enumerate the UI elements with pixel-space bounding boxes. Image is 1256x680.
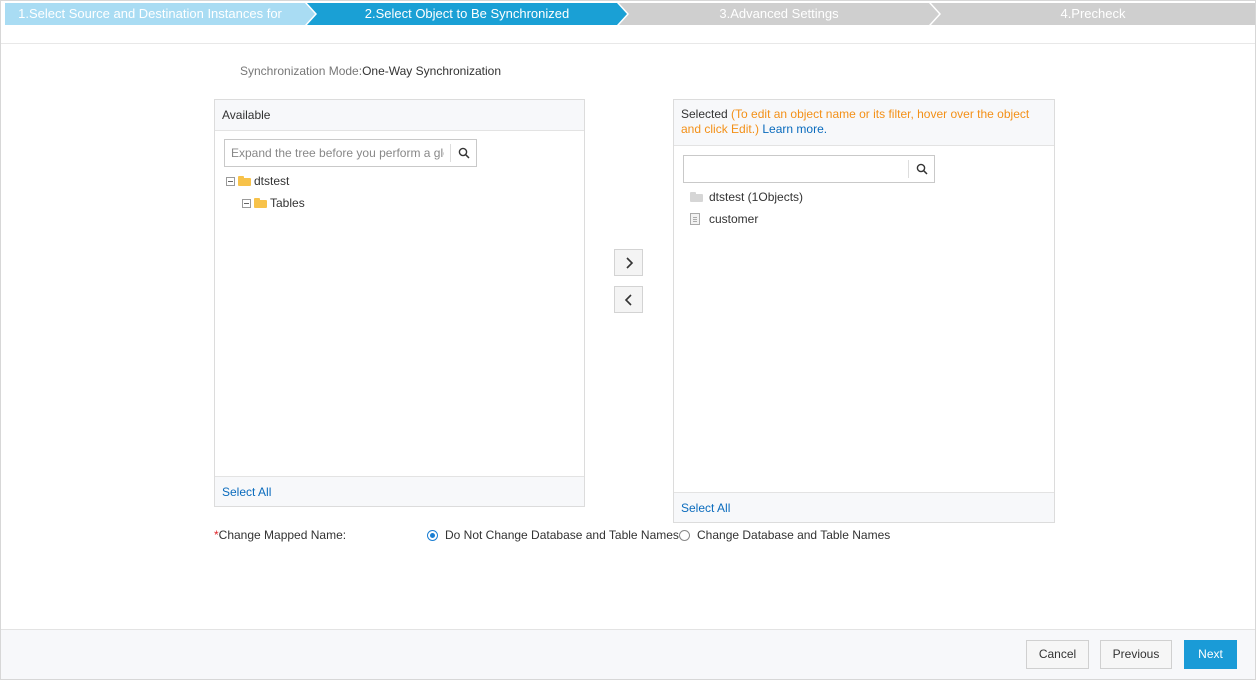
available-search-button[interactable] [450,144,476,162]
dialog-frame: 1.Select Source and Destination Instance… [0,0,1256,680]
add-to-selected-button[interactable] [614,249,643,276]
tree-node-label: Tables [270,196,305,210]
learn-more-link[interactable]: Learn more. [762,122,827,136]
available-select-all[interactable]: Select All [222,485,271,499]
available-search-input[interactable] [225,140,450,166]
sync-mode: Synchronization Mode:One-Way Synchroniza… [240,64,501,78]
available-search [224,139,477,167]
dialog-footer: Cancel Previous Next [1,629,1255,679]
minus-square-icon[interactable] [226,176,235,186]
selected-search-button[interactable] [908,160,934,178]
previous-button[interactable]: Previous [1100,640,1172,669]
available-panel: Available dtstest Tables Select All [214,99,585,507]
search-icon [458,147,470,159]
step-3[interactable]: 3.Advanced Settings [619,3,939,25]
mapped-name-label: *Change Mapped Name: [214,528,346,542]
radio-checked-icon[interactable] [427,529,438,541]
header-divider [1,43,1255,44]
selected-search [683,155,935,183]
selected-item-label: customer [709,212,759,226]
remove-from-selected-button[interactable] [614,286,643,313]
radio-label: Do Not Change Database and Table Names [445,528,679,542]
selected-item-label: dtstest (1Objects) [709,190,804,204]
radio-change-names[interactable]: Change Database and Table Names [679,528,890,542]
chevron-right-icon [625,256,633,269]
sync-mode-value: One-Way Synchronization [362,64,502,78]
sync-mode-label: Synchronization Mode: [240,64,363,78]
step-2-active[interactable]: 2.Select Object to Be Synchronized [307,3,627,25]
tree-node-label: dtstest [254,174,290,188]
tree-node-tables[interactable]: Tables [242,194,305,212]
selected-item-customer[interactable]: customer [690,210,758,228]
selected-title: Selected [681,107,728,121]
selected-hint: (To edit an object name or its filter, h… [681,107,1030,136]
available-header: Available [215,100,584,131]
folder-icon [690,192,703,202]
folder-icon [238,176,251,186]
table-file-icon [690,213,700,225]
selected-footer: Select All [674,492,1054,522]
step-4[interactable]: 4.Precheck [931,3,1255,25]
radio-do-not-change[interactable]: Do Not Change Database and Table Names [427,528,679,542]
selected-select-all[interactable]: Select All [681,501,730,515]
search-icon [916,163,928,175]
available-title: Available [222,108,271,122]
mapped-name-text: Change Mapped Name: [218,528,347,542]
minus-square-icon[interactable] [242,198,251,208]
radio-label: Change Database and Table Names [697,528,891,542]
cancel-button[interactable]: Cancel [1026,640,1089,669]
selected-panel: Selected (To edit an object name or its … [673,99,1055,523]
selected-search-input[interactable] [684,156,908,182]
selected-item-dtstest[interactable]: dtstest (1Objects) [690,188,803,206]
chevron-left-icon [624,293,632,306]
wizard-steps: 1.Select Source and Destination Instance… [5,3,1255,25]
selected-header: Selected (To edit an object name or its … [674,100,1054,146]
next-button[interactable]: Next [1184,640,1237,669]
folder-icon [254,198,267,208]
available-footer: Select All [215,476,584,506]
step-1[interactable]: 1.Select Source and Destination Instance… [5,3,315,25]
radio-unchecked-icon[interactable] [679,529,690,541]
tree-node-dtstest[interactable]: dtstest [226,172,289,190]
